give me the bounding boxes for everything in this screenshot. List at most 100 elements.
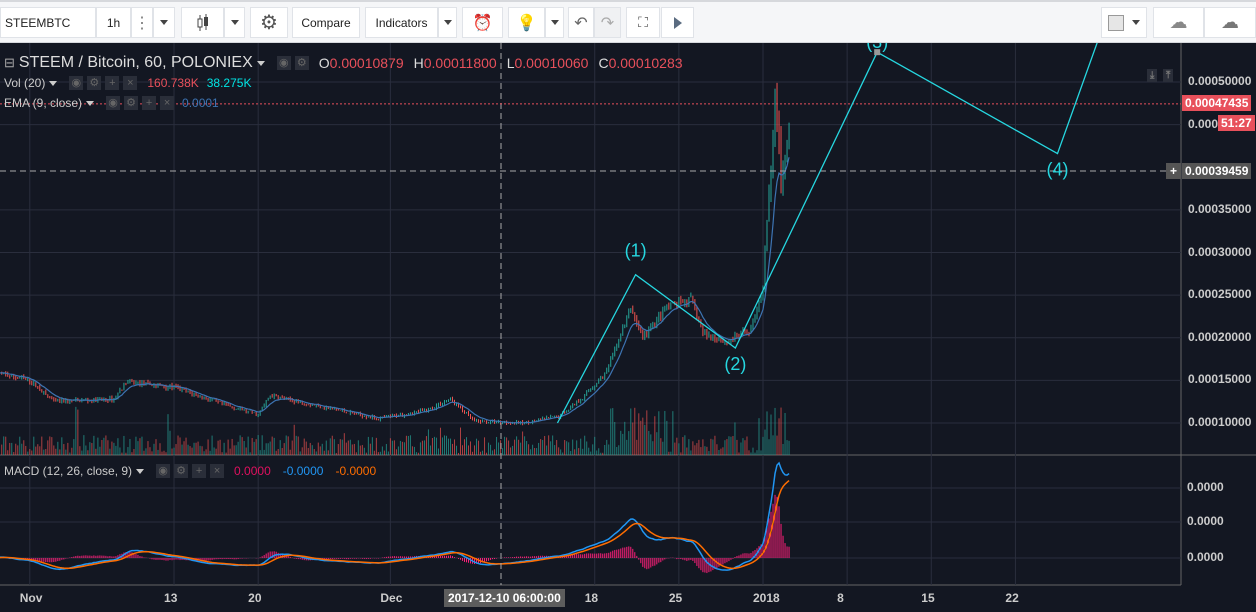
chevron-down-icon[interactable] — [256, 60, 265, 66]
ohlc-value: 0.00010060 — [514, 55, 589, 71]
time-tick-label: Nov — [19, 591, 43, 605]
indicators-dropdown[interactable] — [438, 7, 457, 38]
compare-button[interactable]: Compare — [292, 7, 360, 38]
alarm-clock-plus-icon: ⏰ — [472, 14, 493, 32]
ohlc-value: 0.00011800 — [423, 55, 497, 71]
add-alert-plus-icon[interactable]: + — [1166, 163, 1182, 179]
ohlc-item: L0.00010060 — [507, 55, 589, 71]
price-tick-label: 0.00050000 — [1188, 74, 1252, 88]
play-icon — [673, 16, 682, 29]
fullscreen-button[interactable]: ⛶ — [626, 7, 660, 38]
interval-dropdown[interactable] — [153, 7, 175, 38]
scale-up-icon[interactable]: ⤒ — [1163, 69, 1174, 82]
chevron-down-icon[interactable] — [49, 80, 58, 86]
chart-area[interactable]: (1)(2)(3)(4) ⊟ STEEM / Bitcoin, 60, POLO… — [0, 32, 1256, 607]
redo-icon: ↷ — [600, 14, 615, 32]
fullscreen-icon: ⛶ — [638, 14, 648, 30]
color-picker-button[interactable] — [1101, 7, 1147, 38]
time-tick-label: 15 — [921, 591, 935, 605]
price-tick-label: 0.00015000 — [1188, 372, 1252, 387]
theme-dropdown[interactable] — [545, 7, 564, 38]
chevron-down-icon — [1132, 20, 1140, 25]
cloud-upload-icon: ☁ — [1221, 12, 1239, 32]
symbol-title: STEEM / Bitcoin, 60, POLONIEX — [18, 54, 253, 71]
top-toolbar: STEEMBTC 1h ⋮ ⚙ Compare Indicators ⏰ 💡 ↶… — [0, 0, 1256, 43]
lightbulb-icon: 💡 — [516, 14, 537, 32]
ohlc-values: O0.00010879 H0.00011800 L0.00010060 C0.0001… — [319, 55, 683, 71]
price-tick-label: 0.00010000 — [1188, 415, 1252, 429]
play-button[interactable] — [661, 7, 694, 38]
plus-icon[interactable]: + — [192, 464, 207, 478]
gear-icon[interactable]: ⚙ — [124, 96, 139, 110]
visibility-icon[interactable]: ◉ — [69, 76, 84, 90]
symbol-input[interactable]: STEEMBTC — [0, 7, 96, 38]
visibility-icon[interactable]: ◉ — [156, 464, 171, 478]
ema-value: 0.0001 — [182, 96, 219, 110]
save-chart-button[interactable]: ☁ — [1204, 7, 1256, 38]
cloud-download-icon: ☁ — [1169, 12, 1188, 32]
time-tick-label: 22 — [1005, 591, 1019, 605]
plus-icon[interactable]: + — [105, 76, 120, 90]
ema-line — [0, 157, 790, 424]
gear-icon[interactable]: ⚙ — [294, 56, 309, 70]
chevron-down-icon — [443, 20, 452, 25]
ohlc-item: O0.00010879 — [319, 55, 404, 71]
gear-icon[interactable]: ⚙ — [87, 76, 102, 90]
macd-line-value: -0.0000 — [282, 464, 324, 478]
visibility-icon[interactable]: ◉ — [276, 56, 291, 70]
volume-legend: Vol (20) ◉ ⚙ + × 160.738K 38.275K — [4, 76, 251, 90]
undo-icon: ↶ — [574, 14, 588, 32]
price-tick-label: 0.000 — [1188, 116, 1219, 131]
time-tick-label: 13 — [164, 591, 178, 605]
compare-label: Compare — [301, 15, 351, 30]
close-icon[interactable]: × — [210, 464, 225, 478]
close-icon[interactable]: × — [123, 76, 138, 90]
time-tick-label: 8 — [837, 591, 844, 605]
plus-icon[interactable]: + — [142, 96, 157, 110]
redo-button[interactable]: ↷ — [594, 7, 621, 38]
ema-label: EMA (9, close) — [4, 96, 83, 110]
chevron-down-icon — [550, 20, 559, 25]
indicators-button[interactable]: Indicators — [365, 7, 438, 38]
interval-button[interactable]: 1h — [96, 7, 131, 38]
undo-button[interactable]: ↶ — [568, 7, 594, 38]
time-tick-label: 25 — [668, 591, 683, 605]
scale-down-icon[interactable]: ⤓ — [1147, 69, 1158, 82]
indicators-label: Indicators — [375, 15, 428, 30]
ohlc-value: 0.00010879 — [329, 55, 404, 71]
visibility-icon[interactable]: ◉ — [106, 96, 121, 110]
wave-label: (4) — [1046, 160, 1068, 180]
wave-label: (2) — [724, 354, 746, 374]
close-icon[interactable]: × — [160, 96, 175, 110]
price-tick-label: 0.00035000 — [1188, 201, 1252, 216]
gear-icon[interactable]: ⚙ — [174, 464, 189, 478]
chevron-down-icon[interactable] — [136, 468, 145, 474]
ohlc-item: C0.00010283 — [598, 55, 682, 71]
elliott-wave-line — [556, 42, 1098, 424]
volume-value: 160.738K — [147, 76, 199, 90]
time-tick-label: 2018 — [753, 591, 780, 605]
collapse-icon[interactable]: ⊟ — [4, 55, 15, 71]
macd-tick-label: 0.0000 — [1187, 480, 1224, 494]
settings-button[interactable]: ⚙ — [250, 7, 288, 38]
chart-style-dropdown[interactable] — [224, 7, 245, 38]
wave-anchor-handle — [874, 49, 881, 56]
ohlc-key: C — [598, 55, 609, 71]
macd-histogram-value: 0.0000 — [234, 464, 271, 478]
load-chart-button[interactable]: ☁ — [1153, 7, 1204, 38]
macd-label: MACD (12, 26, close, 9) — [4, 464, 133, 478]
theme-button[interactable]: 💡 — [508, 7, 545, 38]
chevron-down-icon — [160, 20, 168, 25]
wave-label: (1) — [625, 241, 647, 261]
chart-canvas[interactable]: (1)(2)(3)(4) — [0, 32, 1256, 607]
chart-style-button[interactable] — [181, 7, 224, 38]
symbol-text: STEEMBTC — [5, 15, 71, 30]
gear-icon: ⚙ — [260, 12, 278, 34]
time-tick-label: 20 — [248, 591, 262, 605]
color-swatch-icon — [1108, 14, 1124, 31]
price-tick-label: 0.00025000 — [1188, 287, 1252, 302]
ohlc-value: 0.00010283 — [608, 55, 683, 71]
chevron-down-icon[interactable] — [86, 100, 95, 106]
more-intervals-icon[interactable]: ⋮ — [131, 7, 153, 38]
alert-button[interactable]: ⏰ — [462, 7, 503, 38]
